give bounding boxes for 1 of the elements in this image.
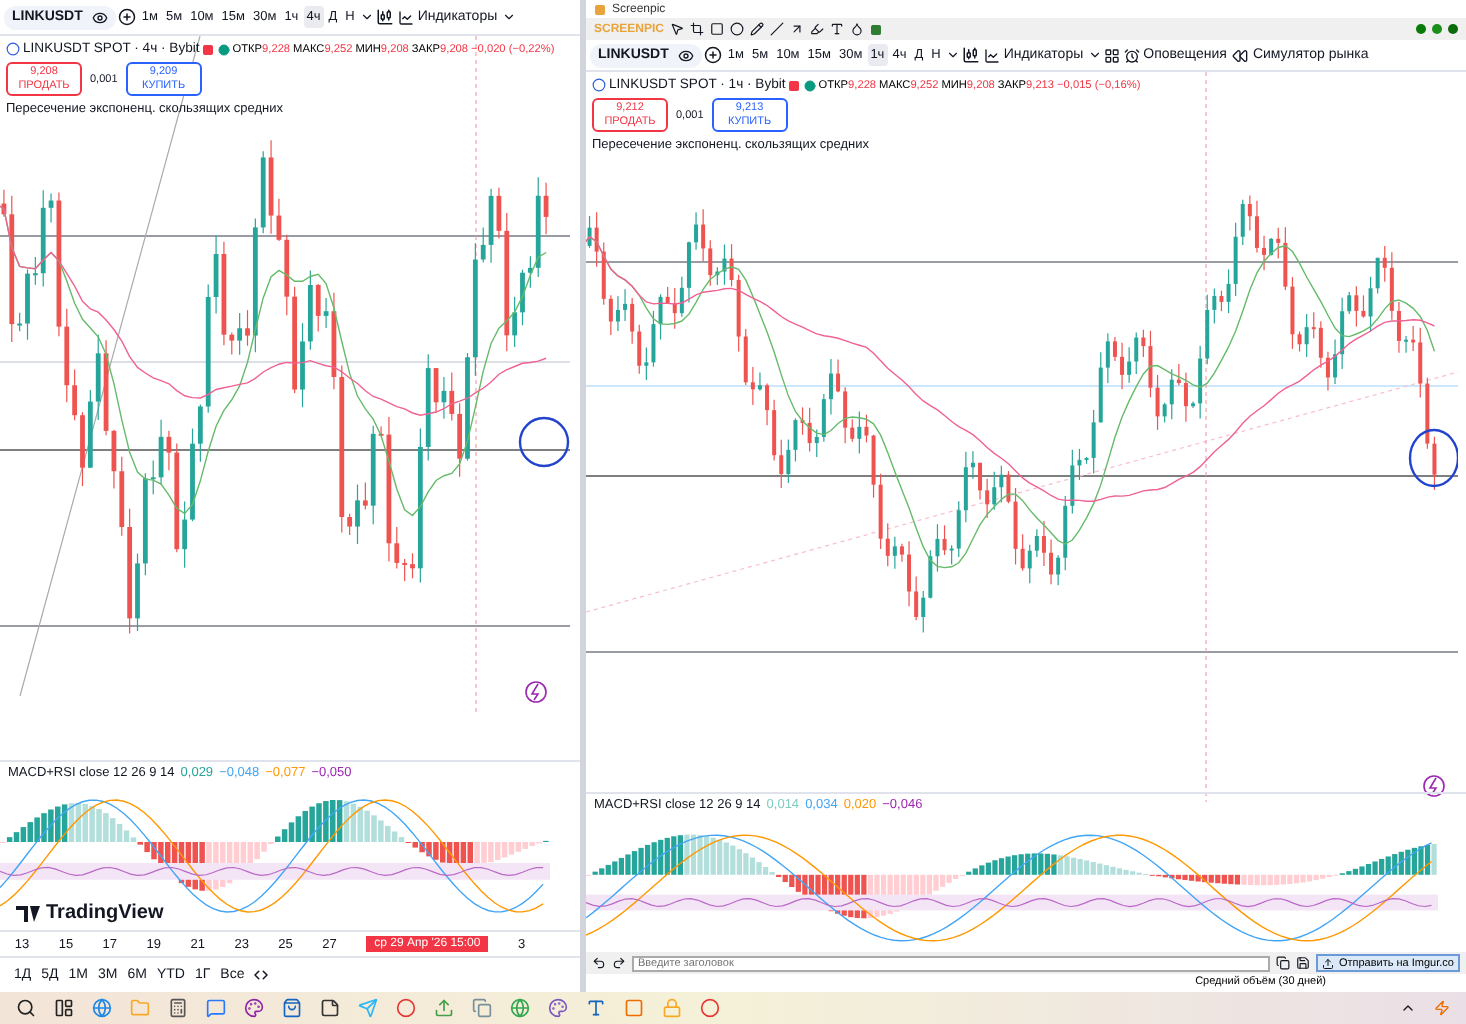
tradingview-logo-text: TradingView bbox=[46, 902, 164, 924]
